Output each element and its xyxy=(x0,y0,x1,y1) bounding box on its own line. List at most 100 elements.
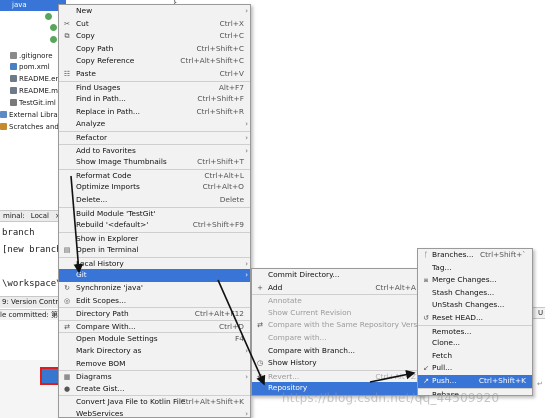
context-menu-item-cut[interactable]: ✂ Cut Ctrl+X xyxy=(59,18,250,31)
menu-item-shortcut: Ctrl+Shift+F9 xyxy=(192,220,244,230)
context-menu-item-convert-java-file-to-kotlin-file[interactable]: Convert Java File to Kotlin File Ctrl+Alt… xyxy=(59,395,250,408)
edit-scopes-icon: ◎ xyxy=(63,296,71,305)
repository-menu-item-fetch[interactable]: Fetch xyxy=(418,350,532,363)
menu-item-label: Copy Path xyxy=(76,43,114,53)
menu-item-label: Rebuild '<default>' xyxy=(76,220,149,230)
tree-item-gitignore[interactable]: .gitignore xyxy=(10,51,53,62)
git-menu-item-compare-with-branch[interactable]: Compare with Branch... xyxy=(252,345,422,358)
context-menu: New › ✂ Cut Ctrl+X ⧉ Copy Ctrl+C Copy Path Ctrl+S… xyxy=(58,4,251,418)
context-menu-item-copy-path[interactable]: Copy Path Ctrl+Shift+C xyxy=(59,43,250,56)
context-menu-item-directory-path[interactable]: Directory Path Ctrl+Alt+F12 xyxy=(59,307,250,320)
context-menu-item-copy-reference[interactable]: Copy Reference Ctrl+Alt+Shift+C xyxy=(59,55,250,68)
library-icon xyxy=(0,111,7,118)
menu-item-label: Git xyxy=(76,270,87,280)
context-menu-item-open-module-settings[interactable]: Open Module Settings F4 xyxy=(59,332,250,345)
context-menu-item-build-module-testgit[interactable]: Build Module 'TestGit' xyxy=(59,206,250,220)
context-menu-item-show-in-explorer[interactable]: Show in Explorer xyxy=(59,231,250,245)
context-menu-item-new[interactable]: New › xyxy=(59,5,250,18)
menu-item-shortcut: Ctrl+V xyxy=(219,68,244,78)
menu-item-label: Open in Terminal xyxy=(76,245,139,255)
context-menu-item-replace-in-path[interactable]: Replace in Path... Ctrl+Shift+R xyxy=(59,106,250,119)
menu-item-label: Commit Directory... xyxy=(268,270,340,279)
repository-menu-item-pull[interactable]: ↙ Pull... xyxy=(418,362,532,375)
menu-item-label: Pull... xyxy=(432,363,453,373)
context-menu-item-analyze[interactable]: Analyze › xyxy=(59,118,250,131)
menu-item-label: Delete... xyxy=(76,194,108,204)
terminal-output[interactable]: branch [new branch \workspace\T xyxy=(0,223,66,293)
show-history-icon: ◷ xyxy=(256,359,264,368)
terminal-line: \workspace\T xyxy=(2,279,66,289)
submenu-arrow-icon: › xyxy=(245,7,248,15)
menu-item-label: Replace in Path... xyxy=(76,106,140,116)
scratches-icon xyxy=(0,123,7,130)
repository-menu-item-reset-head[interactable]: ↺ Reset HEAD... xyxy=(418,312,532,325)
menu-item-label: Copy Reference xyxy=(76,56,135,66)
menu-item-label: Remove BOM xyxy=(76,358,126,368)
menu-item-label: Show Image Thumbnails xyxy=(76,157,167,167)
context-menu-item-webservices[interactable]: WebServices › xyxy=(59,408,250,418)
git-menu-item-add[interactable]: + Add Ctrl+Alt+A xyxy=(252,282,422,295)
menu-item-shortcut: Ctrl+Shift+C xyxy=(196,43,245,53)
tree-item-external-libraries[interactable]: External Librari xyxy=(0,110,63,121)
context-menu-item-optimize-imports[interactable]: Optimize Imports Ctrl+Alt+O xyxy=(59,181,250,194)
context-menu-item-refactor[interactable]: Refactor › xyxy=(59,130,250,144)
pull-icon: ↙ xyxy=(423,364,429,373)
menu-item-label: WebServices xyxy=(76,409,124,418)
menu-item-label: Compare with... xyxy=(268,332,327,342)
repository-menu-item-clone[interactable]: Clone... xyxy=(418,337,532,350)
git-menu-item-show-history[interactable]: ◷ Show History xyxy=(252,357,422,370)
context-menu-item-open-in-terminal[interactable]: ▤ Open in Terminal xyxy=(59,244,250,257)
menu-item-shortcut: Ctrl+Alt+A xyxy=(375,282,416,292)
context-menu-item-show-image-thumbnails[interactable]: Show Image Thumbnails Ctrl+Shift+T xyxy=(59,156,250,169)
context-menu-item-synchronize-java[interactable]: ↻ Synchronize 'java' xyxy=(59,282,250,295)
git-menu-item-revert: ↶ Revert... Ctrl+Alt+Z xyxy=(252,369,422,383)
tree-item-pom[interactable]: pom.xml xyxy=(10,62,50,73)
push-icon: ↗ xyxy=(423,376,429,385)
context-menu-item-git[interactable]: Git › xyxy=(59,269,250,283)
compare-with-the-same-repository-version-icon: ⇄ xyxy=(257,321,263,330)
context-menu-item-add-to-favorites[interactable]: Add to Favorites › xyxy=(59,143,250,157)
tab-local[interactable]: Local xyxy=(28,211,52,221)
tree-item-readme-md[interactable]: README.md xyxy=(10,86,62,97)
context-menu-item-compare-with[interactable]: ⇄ Compare With... Ctrl+D xyxy=(59,319,250,333)
menu-item-label: Create Gist... xyxy=(76,383,125,393)
tree-item-java[interactable]: java xyxy=(0,0,66,11)
context-menu-item-local-history[interactable]: Local History › xyxy=(59,256,250,270)
context-menu-item-reformat-code[interactable]: Reformat Code Ctrl+Alt+L xyxy=(59,168,250,182)
menu-item-label: Show History xyxy=(268,358,317,368)
context-menu-item-copy[interactable]: ⧉ Copy Ctrl+C xyxy=(59,30,250,43)
cut-icon: ✂ xyxy=(64,19,70,28)
context-menu-item-create-gist[interactable]: ● Create Gist... xyxy=(59,383,250,396)
create-gist-icon: ● xyxy=(63,384,71,393)
context-menu-item-mark-directory-as[interactable]: Mark Directory as › xyxy=(59,345,250,358)
context-menu-item-find-usages[interactable]: Find Usages Alt+F7 xyxy=(59,80,250,94)
tree-item-scratches[interactable]: Scratches and C xyxy=(0,122,66,133)
menu-item-shortcut: Ctrl+Shift+R xyxy=(196,106,244,116)
context-menu-item-paste[interactable]: ☷ Paste Ctrl+V xyxy=(59,68,250,81)
repository-menu-item-merge-changes[interactable]: ⩏ Merge Changes... xyxy=(418,274,532,287)
repository-menu-item-push[interactable]: ↗ Push... Ctrl+Shift+K xyxy=(418,374,532,388)
context-menu-item-edit-scopes[interactable]: ◎ Edit Scopes... xyxy=(59,295,250,308)
repository-menu-item-remotes[interactable]: Remotes... xyxy=(418,324,532,338)
context-menu-item-rebuild-default[interactable]: Rebuild '<default>' Ctrl+Shift+F9 xyxy=(59,219,250,232)
repository-menu-item-unstash-changes[interactable]: UnStash Changes... xyxy=(418,299,532,312)
add-icon: + xyxy=(257,283,263,292)
branches-icon: ᚴ xyxy=(423,251,429,259)
menu-item-label: Paste xyxy=(76,68,96,78)
repository-menu-item-branches[interactable]: ᚴ Branches... Ctrl+Shift+` xyxy=(418,249,532,262)
version-control-tab[interactable]: 9: Version Control xyxy=(0,296,66,308)
context-menu-item-find-in-path[interactable]: Find in Path... Ctrl+Shift+F xyxy=(59,93,250,106)
context-menu-item-diagrams[interactable]: ▦ Diagrams › xyxy=(59,370,250,383)
menu-item-label: Branches... xyxy=(432,250,474,259)
git-menu-item-commit-directory[interactable]: Commit Directory... xyxy=(252,269,422,282)
repository-menu-item-stash-changes[interactable]: Stash Changes... xyxy=(418,287,532,300)
menu-item-label: UnStash Changes... xyxy=(432,300,505,310)
tree-item-iml[interactable]: TestGit.iml xyxy=(10,98,56,109)
context-menu-item-delete[interactable]: Delete... Delete xyxy=(59,194,250,207)
tree-item-readme-en[interactable]: README.en xyxy=(10,74,60,85)
context-menu-item-remove-bom[interactable]: Remove BOM xyxy=(59,358,250,371)
repository-menu-item-tag[interactable]: Tag... xyxy=(418,262,532,275)
class-icon xyxy=(50,36,57,43)
menu-item-label: Clone... xyxy=(432,338,461,348)
class-icon xyxy=(45,13,52,20)
